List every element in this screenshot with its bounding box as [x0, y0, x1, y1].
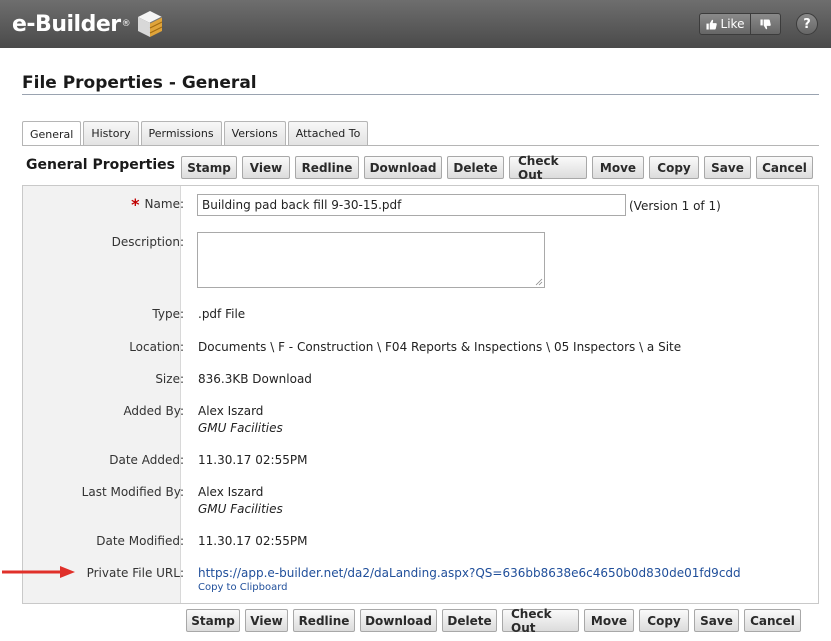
help-button[interactable]: ? [796, 13, 818, 35]
description-label: Description: [111, 235, 184, 249]
bottom-view-button[interactable]: View [245, 609, 288, 632]
last-modified-by-label: Last Modified By: [81, 485, 184, 499]
top-action-bar: Stamp View Redline Download Delete Check… [181, 154, 813, 182]
bottom-copy-button[interactable]: Copy [639, 609, 689, 632]
tab-versions[interactable]: Versions [223, 121, 286, 145]
bottom-check-out-button[interactable]: Check Out [502, 607, 579, 635]
bottom-move-button[interactable]: Move [584, 609, 634, 632]
bottom-redline-button[interactable]: Redline [293, 609, 355, 632]
copy-button[interactable]: Copy [649, 156, 699, 179]
thumbs-down-icon [760, 18, 771, 29]
bottom-save-button[interactable]: Save [694, 609, 739, 632]
redline-button[interactable]: Redline [295, 156, 359, 179]
tab-permissions[interactable]: Permissions [140, 121, 222, 145]
required-marker: * [131, 195, 140, 214]
save-button[interactable]: Save [704, 156, 751, 179]
name-value: Building pad back fill 9-30-15.pdf [202, 198, 402, 212]
help-question-icon: ? [803, 16, 811, 32]
private-url-link[interactable]: https://app.e-builder.net/da2/daLanding.… [198, 566, 741, 580]
date-added-value: 11.30.17 02:55PM [198, 453, 308, 467]
version-note: (Version 1 of 1) [629, 199, 721, 213]
added-by-name: Alex Iszard [198, 404, 264, 418]
like-button[interactable]: Like [699, 13, 751, 35]
thumbs-up-icon [705, 19, 717, 30]
size-value[interactable]: 836.3KB Download [198, 372, 312, 386]
name-field[interactable]: Building pad back fill 9-30-15.pdf [197, 194, 626, 216]
download-button[interactable]: Download [364, 156, 442, 179]
delete-button[interactable]: Delete [447, 156, 504, 179]
bottom-action-bar: Stamp View Redline Download Delete Check… [186, 607, 801, 635]
added-by-label: Added By: [123, 404, 184, 418]
date-modified-label: Date Modified: [96, 534, 184, 548]
logo-registered-mark: ® [121, 19, 131, 29]
name-label: * Name: [131, 195, 184, 214]
logo-text: e-Builder [12, 11, 121, 37]
size-label: Size: [155, 372, 184, 386]
copy-to-clipboard-link[interactable]: Copy to Clipboard [198, 582, 288, 593]
stamp-button[interactable]: Stamp [181, 156, 237, 179]
date-modified-value: 11.30.17 02:55PM [198, 534, 308, 548]
tab-attached-to[interactable]: Attached To [287, 121, 369, 145]
tabs-divider [22, 145, 819, 146]
resize-grip-icon[interactable] [535, 278, 543, 286]
date-added-label: Date Added: [109, 453, 184, 467]
title-divider [22, 94, 819, 95]
e-builder-logo[interactable]: e-Builder ® [12, 8, 165, 40]
like-label: Like [720, 17, 745, 31]
bottom-download-button[interactable]: Download [360, 609, 437, 632]
last-modified-by-org: GMU Facilities [198, 502, 283, 516]
type-label: Type: [152, 307, 184, 321]
description-field[interactable] [197, 232, 545, 288]
callout-arrow-icon [2, 566, 75, 578]
check-out-button[interactable]: Check Out [509, 154, 587, 182]
last-modified-by-name: Alex Iszard [198, 485, 264, 499]
page-title: File Properties - General [22, 73, 257, 93]
cancel-button[interactable]: Cancel [756, 156, 813, 179]
location-value: Documents \ F - Construction \ F04 Repor… [198, 340, 682, 354]
bottom-delete-button[interactable]: Delete [442, 609, 497, 632]
like-button-group: Like [699, 13, 781, 35]
tab-general[interactable]: General [22, 121, 82, 146]
location-label: Location: [129, 340, 184, 354]
private-url-label: Private File URL: [86, 566, 184, 580]
dislike-button[interactable] [751, 13, 781, 35]
properties-panel: * Name: Building pad back fill 9-30-15.pd… [22, 185, 819, 604]
move-button[interactable]: Move [592, 156, 644, 179]
view-button[interactable]: View [242, 156, 290, 179]
bottom-stamp-button[interactable]: Stamp [186, 609, 240, 632]
section-title: General Properties [26, 157, 175, 173]
added-by-org: GMU Facilities [198, 421, 283, 435]
type-value: .pdf File [198, 307, 246, 321]
top-bar: e-Builder ® Like ? [0, 0, 831, 48]
bottom-cancel-button[interactable]: Cancel [744, 609, 801, 632]
tab-history[interactable]: History [83, 121, 139, 145]
tab-bar: General History Permissions Versions Att… [22, 121, 370, 146]
cube-logo-icon [137, 11, 162, 37]
